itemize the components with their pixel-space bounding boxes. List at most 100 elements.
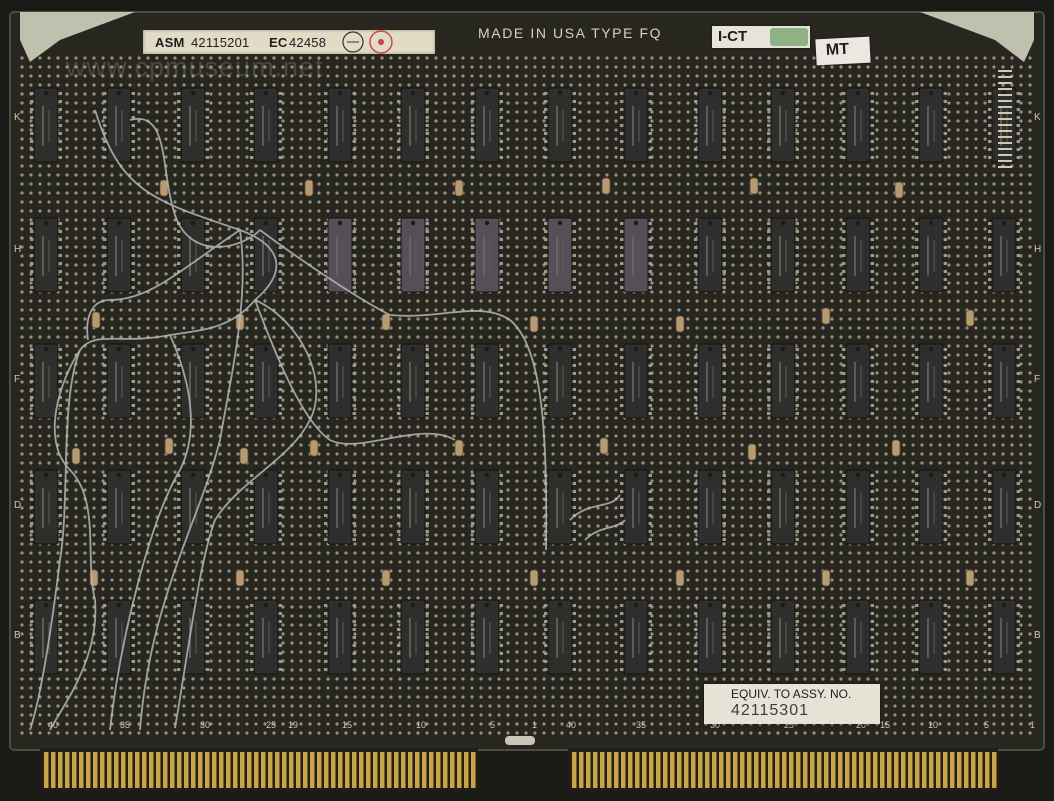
gold-finger: [586, 752, 591, 788]
gold-finger: [443, 752, 448, 788]
dip-chip: [988, 599, 1020, 675]
gold-finger: [268, 752, 273, 788]
gold-finger: [635, 752, 640, 788]
assembly-sticker: ASM 42115201 EC 42458: [143, 30, 435, 54]
column-number: 19: [288, 720, 298, 730]
dip-chip: [397, 343, 429, 419]
gold-finger: [936, 752, 941, 788]
resistor: [454, 179, 464, 197]
dip-chip: [177, 599, 209, 675]
gold-finger: [100, 752, 105, 788]
dip-chip: [30, 217, 62, 293]
gold-finger: [373, 752, 378, 788]
gold-finger: [142, 752, 147, 788]
gold-finger: [845, 752, 850, 788]
dip-chip: [842, 87, 874, 163]
gold-finger: [79, 752, 84, 788]
gold-finger: [684, 752, 689, 788]
dip-chip: [397, 469, 429, 545]
row-letter-right: H: [1034, 244, 1041, 255]
gold-finger: [593, 752, 598, 788]
gold-finger: [964, 752, 969, 788]
gold-finger: [894, 752, 899, 788]
gold-finger: [705, 752, 710, 788]
gold-finger: [817, 752, 822, 788]
resistor: [304, 179, 314, 197]
dip-chip: [842, 217, 874, 293]
gold-finger: [303, 752, 308, 788]
diode: [505, 736, 535, 745]
gold-finger: [719, 752, 724, 788]
row-letter-right: K: [1034, 112, 1041, 123]
resistor: [71, 447, 81, 465]
gold-finger: [121, 752, 126, 788]
dip-chip: [620, 217, 652, 293]
dip-chip: [767, 599, 799, 675]
gold-finger: [177, 752, 182, 788]
resistor: [239, 447, 249, 465]
gold-finger: [740, 752, 745, 788]
dip-chip: [694, 343, 726, 419]
gold-finger: [408, 752, 413, 788]
dip-chip: [988, 217, 1020, 293]
resistor: [164, 437, 174, 455]
dip-chip: [620, 469, 652, 545]
mt-label: MT: [825, 40, 850, 59]
gold-finger: [282, 752, 287, 788]
gold-finger: [226, 752, 231, 788]
gold-finger: [838, 752, 843, 788]
gold-finger: [915, 752, 920, 788]
column-number: 10: [928, 720, 938, 730]
dip-chip: [620, 343, 652, 419]
gold-finger: [436, 752, 441, 788]
gold-finger: [789, 752, 794, 788]
gold-finger: [107, 752, 112, 788]
column-number: 15: [342, 720, 352, 730]
gold-finger: [796, 752, 801, 788]
gold-finger: [212, 752, 217, 788]
dip-chip: [397, 87, 429, 163]
dip-chip: [177, 87, 209, 163]
gold-finger: [156, 752, 161, 788]
gold-finger: [149, 752, 154, 788]
dip-chip: [694, 87, 726, 163]
gold-finger: [810, 752, 815, 788]
resistor: [159, 179, 169, 197]
dip-chip: [694, 469, 726, 545]
equiv-title: EQUIV. TO ASSY. NO.: [731, 687, 852, 701]
resistor: [965, 569, 975, 587]
mt-sticker: MT: [815, 36, 871, 66]
gold-finger: [366, 752, 371, 788]
gold-finger: [852, 752, 857, 788]
gold-finger: [908, 752, 913, 788]
dip-chip: [544, 343, 576, 419]
dip-chip: [842, 469, 874, 545]
gold-finger: [219, 752, 224, 788]
resistor: [747, 443, 757, 461]
row-letter-right: B: [1034, 630, 1041, 641]
dip-chip: [103, 217, 135, 293]
ec-number: 42458: [289, 35, 327, 50]
dip-chip: [324, 599, 356, 675]
dip-chip: [250, 87, 282, 163]
gold-finger: [296, 752, 301, 788]
gold-finger: [401, 752, 406, 788]
dip-chip: [471, 343, 503, 419]
resistor: [599, 437, 609, 455]
gold-finger: [44, 752, 49, 788]
dip-chip: [915, 599, 947, 675]
gold-finger: [51, 752, 56, 788]
gold-finger: [971, 752, 976, 788]
gold-finger: [359, 752, 364, 788]
gold-finger: [950, 752, 955, 788]
dip-chip: [397, 217, 429, 293]
gold-finger: [198, 752, 203, 788]
column-number: 5: [984, 720, 989, 730]
gold-finger: [184, 752, 189, 788]
gold-finger: [65, 752, 70, 788]
resistor: [381, 313, 391, 331]
resistor: [675, 569, 685, 587]
gold-finger: [733, 752, 738, 788]
dip-chip: [767, 343, 799, 419]
gold-finger: [317, 752, 322, 788]
